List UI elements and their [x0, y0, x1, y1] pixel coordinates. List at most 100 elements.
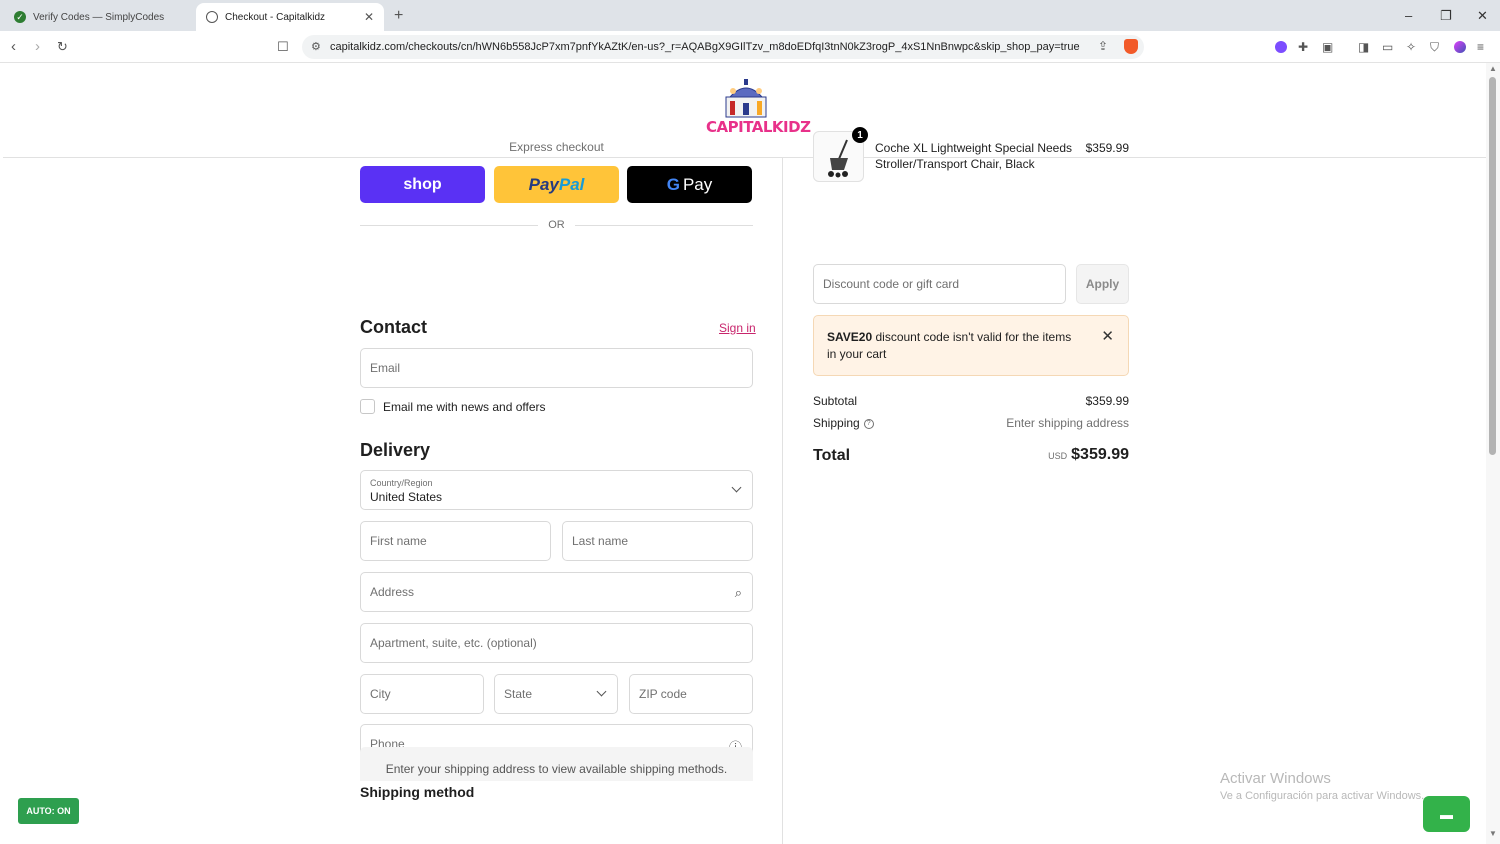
newsletter-checkbox[interactable]: [360, 399, 375, 414]
menu-icon[interactable]: ≡: [1477, 40, 1484, 54]
paypal-label-b: Pal: [558, 174, 585, 194]
delivery-heading: Delivery: [360, 440, 431, 460]
newsletter-option[interactable]: Email me with news and offers: [360, 399, 546, 414]
windows-activation-title: Activar Windows: [1220, 770, 1331, 787]
last-name-input[interactable]: [572, 534, 743, 548]
tab-search-icon[interactable]: ▣: [1322, 40, 1333, 54]
discount-error-alert: SAVE20 discount code isn't valid for the…: [813, 315, 1129, 376]
shipping-value: Enter shipping address: [1006, 416, 1129, 430]
vpn-shield-icon[interactable]: ⛉: [1430, 40, 1439, 55]
extension-purple-icon[interactable]: [1275, 41, 1287, 53]
chevron-down-icon: [731, 482, 742, 493]
browser-tab-bar: ✓ Verify Codes — SimplyCodes Checkout - …: [0, 0, 1500, 31]
column-divider: [782, 158, 783, 844]
paypal-label-a: Pay: [528, 174, 559, 194]
back-arrow-icon[interactable]: ‹: [11, 38, 16, 55]
scrollbar-thumb[interactable]: [1489, 77, 1496, 455]
total-label: Total: [813, 447, 851, 464]
scroll-down-icon[interactable]: ▼: [1489, 829, 1497, 838]
leo-ai-icon[interactable]: ✧: [1406, 40, 1416, 54]
state-select[interactable]: State: [494, 674, 618, 714]
reload-icon[interactable]: ↻: [57, 39, 68, 55]
shipping-method-text: Enter your shipping address to view avai…: [385, 762, 728, 776]
chat-icon: ▬: [1440, 806, 1453, 822]
address-field[interactable]: ⌕: [360, 572, 753, 612]
shipping-label: Shipping?: [813, 416, 874, 430]
google-pay-button[interactable]: G Pay: [627, 166, 752, 203]
subtotal-value: $359.99: [1085, 394, 1129, 408]
page-scrollbar[interactable]: ▲ ▼: [1486, 63, 1500, 844]
country-select[interactable]: Country/Region United States: [360, 470, 753, 510]
last-name-field[interactable]: [562, 521, 753, 561]
country-label: Country/Region: [370, 478, 433, 488]
first-name-field[interactable]: [360, 521, 551, 561]
first-name-input[interactable]: [370, 534, 541, 548]
close-window-icon[interactable]: ✕: [1477, 8, 1488, 24]
tab-title: Verify Codes — SimplyCodes: [33, 11, 165, 23]
discount-input[interactable]: [823, 277, 1056, 291]
subtotal-label: Subtotal: [813, 394, 858, 408]
search-icon[interactable]: ⌕: [735, 585, 742, 601]
or-separator: OR: [360, 219, 753, 233]
tab-title: Checkout - Capitalkidz: [225, 11, 326, 23]
apply-button[interactable]: Apply: [1076, 264, 1129, 304]
close-tab-icon[interactable]: ✕: [364, 10, 374, 24]
forward-arrow-icon[interactable]: ›: [35, 38, 40, 55]
apartment-field[interactable]: [360, 623, 753, 663]
globe-favicon-icon: [206, 11, 218, 23]
capitalkidz-logo[interactable]: CAPITALKIDZ: [706, 79, 811, 141]
url-text: capitalkidz.com/checkouts/cn/hWN6b558JcP…: [330, 41, 1080, 53]
extensions-puzzle-icon[interactable]: ✚: [1298, 40, 1308, 54]
contact-heading: Contact: [360, 317, 427, 337]
shipping-label-text: Shipping: [813, 416, 860, 430]
alert-code: SAVE20: [827, 330, 873, 344]
logo-wordmark: CAPITALKIDZ: [706, 118, 811, 136]
tab-checkout[interactable]: Checkout - Capitalkidz ✕: [196, 3, 384, 31]
help-icon[interactable]: ?: [863, 418, 874, 429]
scroll-up-icon[interactable]: ▲: [1489, 64, 1497, 73]
email-field[interactable]: [360, 348, 753, 388]
site-settings-icon[interactable]: ⚙: [311, 40, 321, 53]
currency-code: USD: [1048, 451, 1068, 461]
country-value: United States: [370, 490, 443, 504]
google-g-icon: G: [666, 174, 680, 194]
minimize-icon[interactable]: –: [1405, 8, 1412, 23]
google-pay-label: Pay: [682, 174, 713, 194]
email-input[interactable]: [370, 361, 743, 375]
new-tab-icon[interactable]: +: [394, 7, 403, 25]
restore-icon[interactable]: ❐: [1440, 8, 1452, 24]
brave-shield-icon[interactable]: [1124, 39, 1138, 54]
zip-input[interactable]: [639, 687, 743, 701]
profile-avatar-icon[interactable]: [1454, 41, 1466, 53]
address-input[interactable]: [370, 585, 743, 599]
zip-field[interactable]: [629, 674, 753, 714]
tab-verify-codes[interactable]: ✓ Verify Codes — SimplyCodes: [4, 3, 192, 31]
sidebar-icon[interactable]: ◨: [1358, 40, 1369, 54]
city-input[interactable]: [370, 687, 474, 701]
bookmark-icon[interactable]: ☐: [277, 39, 289, 55]
state-label: State: [504, 687, 533, 701]
total-value: USD $359.99: [929, 446, 1129, 464]
shop-pay-button[interactable]: shop: [360, 166, 485, 203]
apartment-input[interactable]: [370, 636, 743, 650]
express-checkout-label: Express checkout: [509, 140, 604, 154]
simplycodes-favicon-icon: ✓: [14, 11, 26, 23]
shipping-method-message: Enter your shipping address to view avai…: [360, 747, 753, 781]
product-price: $359.99: [1085, 141, 1129, 155]
paypal-button[interactable]: Pay Pal: [494, 166, 619, 203]
close-icon[interactable]: ✕: [1101, 328, 1114, 345]
quantity-badge: 1: [852, 127, 868, 143]
address-bar[interactable]: ⚙ capitalkidz.com/checkouts/cn/hWN6b558J…: [302, 35, 1144, 59]
shop-pay-label: shop: [403, 175, 442, 193]
discount-field[interactable]: [813, 264, 1066, 304]
total-amount: $359.99: [1071, 446, 1129, 463]
share-icon[interactable]: ⇪: [1098, 39, 1108, 53]
sign-in-link[interactable]: Sign in: [719, 321, 756, 335]
windows-activation-subtitle: Ve a Configuración para activar Windows.: [1220, 790, 1425, 802]
city-field[interactable]: [360, 674, 484, 714]
castle-logo-icon: [725, 79, 767, 118]
auto-toggle-button[interactable]: AUTO: ON: [18, 798, 79, 824]
wallet-icon[interactable]: ▭: [1382, 40, 1393, 54]
chat-button[interactable]: ▬: [1423, 796, 1470, 832]
product-name: Coche XL Lightweight Special Needs Strol…: [875, 141, 1073, 171]
